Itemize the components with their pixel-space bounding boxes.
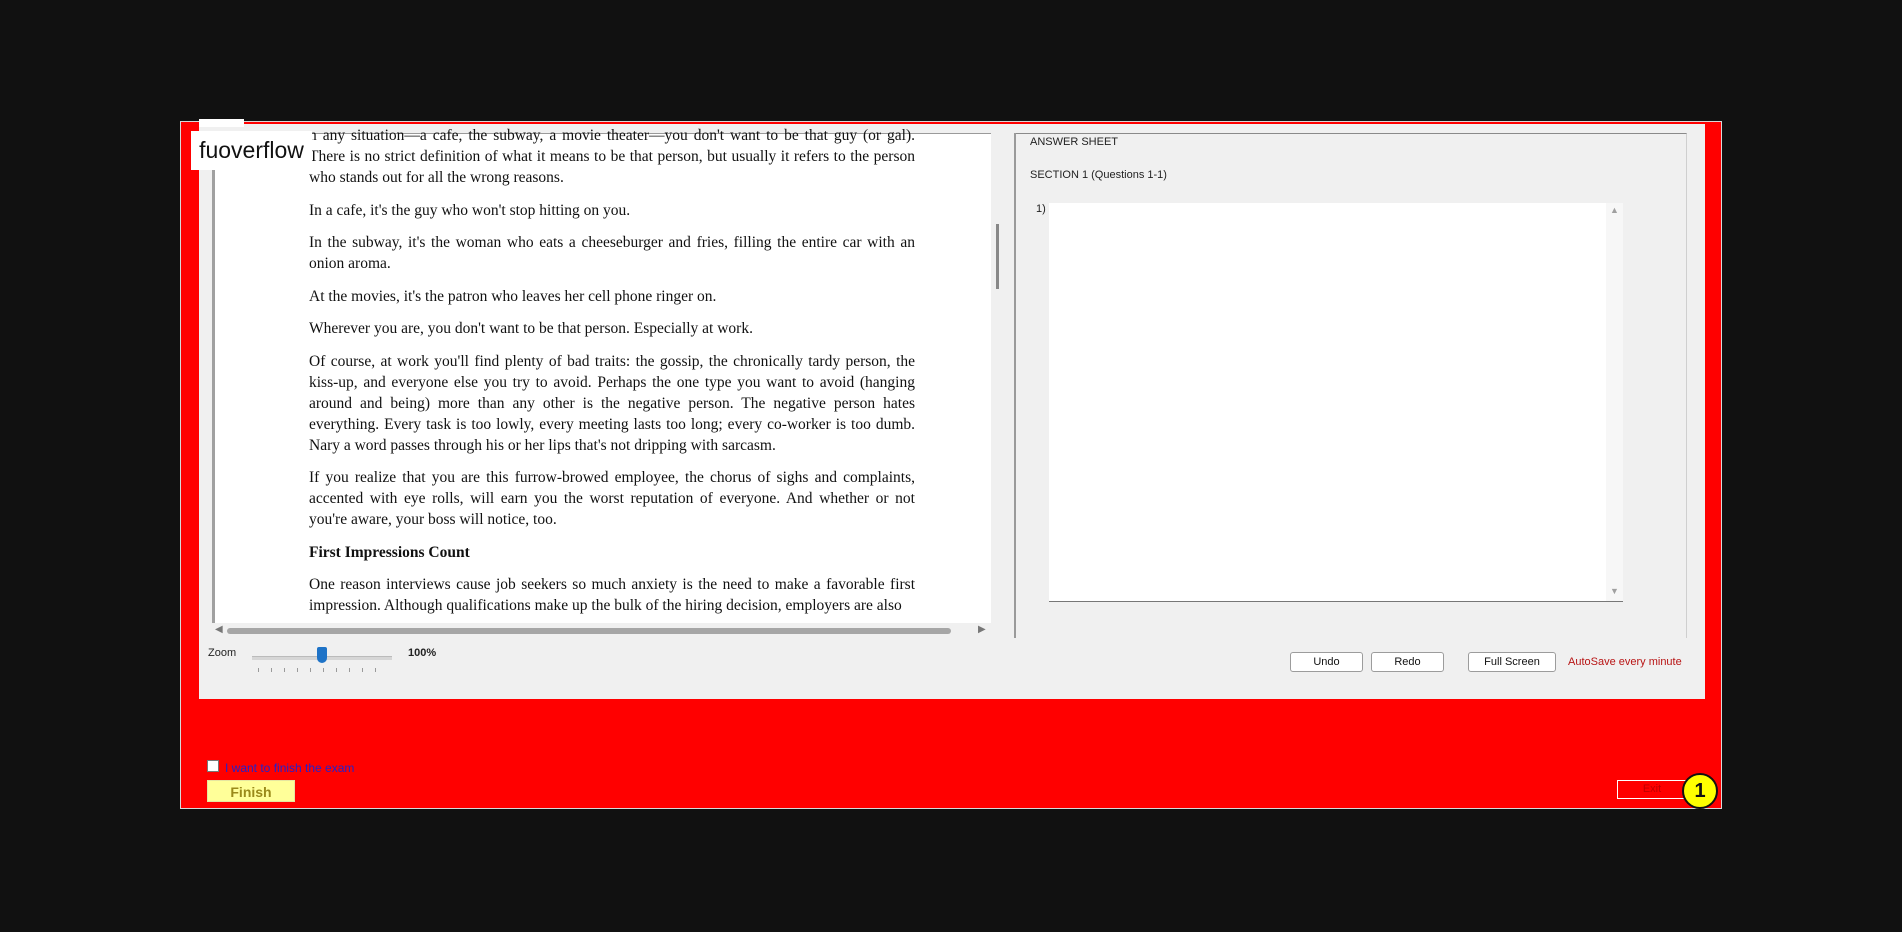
finish-exam-checkbox[interactable]	[207, 760, 219, 772]
passage-paragraph: If you realize that you are this furrow-…	[309, 469, 915, 528]
passage-heading: First Impressions Count	[309, 543, 470, 561]
scroll-right-icon[interactable]: ▶	[978, 624, 986, 635]
scroll-left-icon[interactable]: ◀	[215, 624, 223, 635]
exit-button[interactable]: Exit	[1617, 780, 1687, 799]
scroll-up-icon[interactable]: ▲	[1610, 205, 1619, 215]
question-number-label: 1)	[1036, 203, 1046, 215]
passage-paragraph: In a cafe, it's the guy who won't stop h…	[309, 201, 631, 219]
horizontal-scroll-thumb[interactable]	[227, 628, 951, 634]
zoom-slider-thumb[interactable]	[317, 647, 327, 663]
scroll-down-icon[interactable]: ▼	[1610, 586, 1619, 596]
full-screen-button[interactable]: Full Screen	[1468, 652, 1556, 672]
reading-passage-viewer[interactable]: n any situation—a cafe, the subway, a mo…	[212, 127, 991, 623]
passage-paragraph: At the movies, it's the patron who leave…	[309, 287, 717, 305]
undo-button[interactable]: Undo	[1290, 652, 1363, 672]
passage-text: n any situation—a cafe, the subway, a mo…	[309, 127, 915, 627]
finish-button[interactable]: Finish	[207, 780, 295, 802]
zoom-value: 100%	[408, 647, 437, 659]
passage-paragraph: One reason interviews cause job seekers …	[309, 575, 915, 614]
passage-vertical-scrollbar[interactable]	[996, 224, 999, 289]
autosave-notice: AutoSave every minute	[1568, 656, 1682, 668]
finish-exam-checkbox-label[interactable]: I want to finish the exam	[225, 761, 354, 775]
passage-paragraph: Of course, at work you'll find plenty of…	[309, 352, 915, 454]
answer-textarea[interactable]	[1049, 203, 1623, 602]
answer-scrollbar[interactable]: ▲ ▼	[1606, 203, 1623, 601]
passage-paragraph: In the subway, it's the woman who eats a…	[309, 234, 915, 272]
answer-section-label: SECTION 1 (Questions 1-1)	[1030, 169, 1167, 181]
zoom-label: Zoom	[208, 647, 237, 659]
passage-paragraph: Wherever you are, you don't want to be t…	[309, 320, 753, 337]
site-logo: fuoverflow	[191, 131, 312, 170]
passage-horizontal-scrollbar[interactable]: ◀ ▶	[212, 623, 991, 639]
redo-button[interactable]: Redo	[1371, 652, 1444, 672]
passage-paragraph: n any situation—a cafe, the subway, a mo…	[309, 127, 915, 186]
step-number-badge: 1	[1682, 773, 1718, 809]
zoom-slider-ticks	[258, 668, 388, 672]
answer-sheet-title: ANSWER SHEET	[1030, 136, 1119, 148]
logo-tab	[199, 119, 244, 127]
